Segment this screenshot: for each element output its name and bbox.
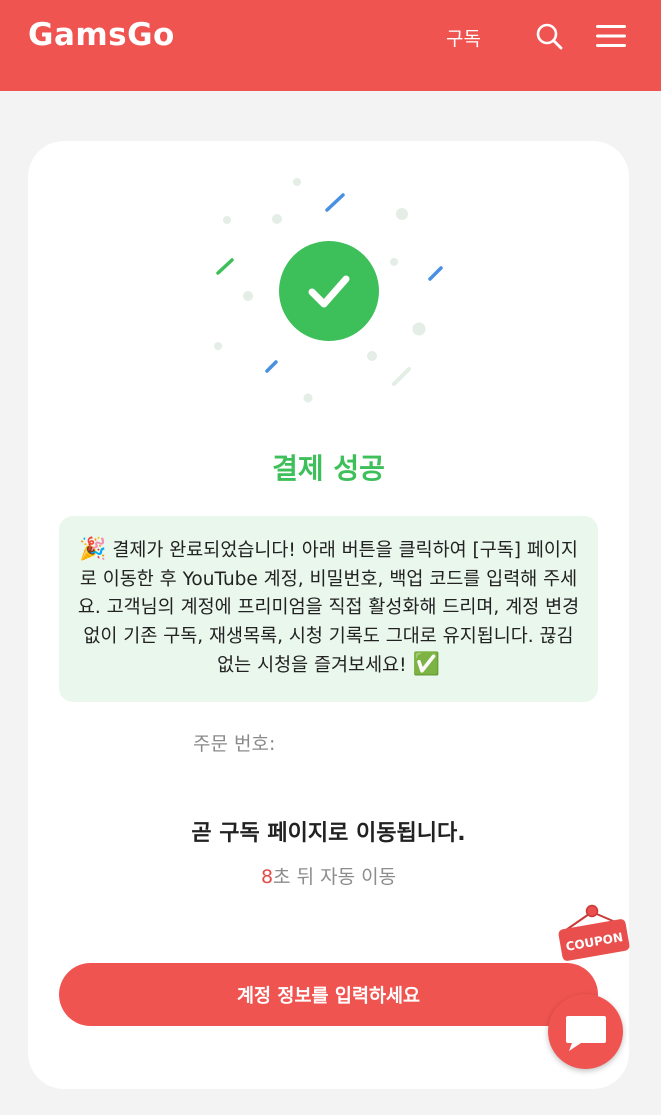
countdown-seconds: 8 [260,866,274,888]
success-notice-box: 🎉 결제가 완료되었습니다! 아래 버튼을 클릭하여 [구독] 페이지로 이동한… [59,516,598,702]
coupon-badge[interactable]: COUPON [554,900,634,966]
notice-text: 결제가 완료되었습니다! 아래 버튼을 클릭하여 [구독] 페이지로 이동한 후… [77,540,580,676]
order-number-label: 주문 번호: [193,733,276,755]
payment-result-card: 결제 성공 🎉 결제가 완료되었습니다! 아래 버튼을 클릭하여 [구독] 페이… [28,141,629,1089]
search-icon[interactable] [535,22,563,50]
menu-icon[interactable] [595,24,627,48]
chat-icon [566,1016,606,1051]
order-number-row: 주문 번호: [193,729,275,756]
payment-success-title: 결제 성공 [272,452,385,485]
enter-account-info-button[interactable]: 계정 정보를 입력하세요 [59,963,598,1026]
gamsgo-logo[interactable]: GamsGo [28,17,175,53]
countdown-label: 초 뒤 자동 이동 [273,866,397,888]
redirect-message: 곧 구독 페이지로 이동됩니다. [191,821,466,846]
subscription-link[interactable]: 구독 [446,24,481,51]
success-check-icon [279,241,379,341]
check-mark-emoji-icon: ✅ [412,652,440,677]
top-header: GamsGo 구독 [0,0,661,91]
party-popper-icon: 🎉 [79,537,107,562]
confetti-illustration [214,178,443,403]
chat-support-button[interactable] [548,994,623,1069]
countdown-text: 8초 뒤 자동 이동 [28,862,629,889]
